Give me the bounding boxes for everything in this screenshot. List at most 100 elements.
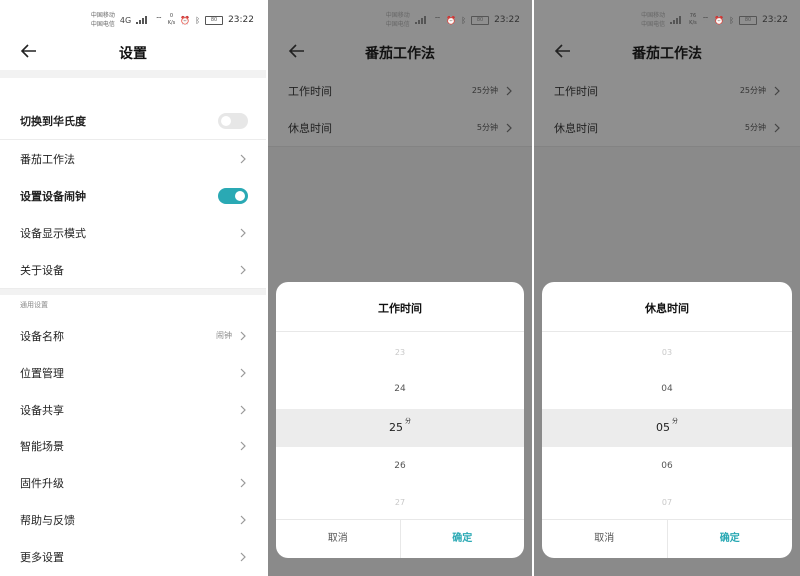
about-device-label: 关于设备 — [20, 263, 64, 277]
rest-time-value: 5分钟 — [744, 123, 766, 132]
scenes-row[interactable]: 智能场景 — [0, 427, 266, 465]
clock-time: 23:22 — [494, 15, 520, 25]
bluetooth-icon: ᛒ — [195, 15, 201, 25]
work-time-row[interactable]: 工作时间 25分钟 — [268, 72, 532, 110]
signal-icon — [670, 16, 684, 24]
location-row[interactable]: 位置管理 — [0, 354, 266, 392]
rest-time-row[interactable]: 休息时间 5分钟 — [534, 109, 800, 147]
carrier-1: 中国移动 — [641, 12, 666, 19]
pomodoro-label: 番茄工作法 — [20, 152, 75, 166]
scenes-label: 智能场景 — [20, 439, 64, 453]
alarm-icon: ⏰ — [180, 15, 191, 25]
picker-option[interactable]: 03 — [542, 348, 792, 357]
clock-time: 23:22 — [228, 15, 254, 25]
picker-option[interactable]: 27 — [276, 498, 524, 507]
chevron-right-icon — [774, 123, 780, 132]
speed-unit: K/s — [689, 20, 697, 26]
picker-title: 工作时间 — [378, 302, 422, 315]
alarm-toggle[interactable] — [218, 187, 248, 204]
wifi-icon: ⌔ — [155, 15, 163, 24]
picker-selected-value: 25 — [388, 421, 403, 434]
rest-time-label: 休息时间 — [288, 121, 332, 135]
pomodoro-work-screen: 中国移动 中国电信 ⌔ ⏰ ᛒ 80 23:22 番茄工作法 工作时间 25分钟 … — [268, 0, 532, 576]
alarm-icon: ⏰ — [714, 15, 725, 25]
signal-icon — [136, 16, 150, 24]
bluetooth-icon: ᛒ — [729, 15, 735, 25]
status-bar: 中国移动 中国电信 76 K/s ⌔ ⏰ ᛒ 80 23:22 — [641, 10, 788, 30]
chevron-right-icon — [240, 478, 246, 487]
cancel-button[interactable]: 取消 — [542, 520, 668, 558]
chevron-right-icon — [240, 441, 246, 450]
work-time-row[interactable]: 工作时间 25分钟 — [534, 72, 800, 110]
status-bar: 中国移动 中国电信 ⌔ ⏰ ᛒ 80 23:22 — [386, 10, 520, 30]
fahrenheit-row[interactable]: 切换到华氏度 — [0, 102, 266, 140]
picker-option[interactable]: 07 — [542, 498, 792, 507]
picker-selected[interactable]: 05 分 — [542, 409, 792, 447]
work-time-value: 25分钟 — [471, 86, 498, 95]
carrier-1: 中国移动 — [385, 12, 410, 19]
settings-screen: 中国移动 中国电信 4G ⌔ 0 K/s ⏰ ᛒ 80 23:22 设置 切换到华氏… — [0, 0, 266, 576]
work-time-picker: 工作时间 23 24 25 分 26 27 取消 确定 — [276, 282, 524, 558]
device-name-label: 设备名称 — [20, 329, 64, 343]
cancel-button[interactable]: 取消 — [276, 520, 401, 558]
work-time-value: 25分钟 — [739, 86, 766, 95]
picker-option[interactable]: 04 — [542, 384, 792, 394]
wifi-icon: ⌔ — [701, 15, 710, 24]
carrier-1: 中国移动 — [90, 12, 115, 19]
chevron-right-icon — [240, 228, 246, 237]
chevron-right-icon — [240, 552, 246, 561]
work-time-label: 工作时间 — [288, 84, 332, 98]
chevron-right-icon — [240, 154, 246, 163]
chevron-right-icon — [240, 368, 246, 377]
confirm-button[interactable]: 确定 — [668, 520, 793, 558]
pomodoro-row[interactable]: 番茄工作法 — [0, 140, 266, 178]
fahrenheit-toggle[interactable] — [218, 112, 248, 129]
confirm-button[interactable]: 确定 — [401, 520, 525, 558]
chevron-right-icon — [240, 405, 246, 414]
picker-unit: 分 — [404, 418, 411, 425]
help-row[interactable]: 帮助与反馈 — [0, 501, 266, 539]
battery-icon: 80 — [205, 15, 224, 25]
speed-value: 0 — [169, 13, 174, 19]
section-label: 通用设置 — [20, 301, 48, 309]
picker-option[interactable]: 26 — [276, 461, 524, 471]
location-label: 位置管理 — [20, 366, 64, 380]
help-label: 帮助与反馈 — [20, 513, 75, 527]
rest-time-label: 休息时间 — [554, 121, 598, 135]
chevron-right-icon — [506, 86, 512, 95]
pomodoro-header: 番茄工作法 — [534, 34, 800, 70]
picker-option[interactable]: 24 — [276, 384, 524, 394]
pomodoro-rest-screen: 中国移动 中国电信 76 K/s ⌔ ⏰ ᛒ 80 23:22 番茄工作法 工作时间… — [534, 0, 800, 576]
more-settings-label: 更多设置 — [20, 550, 64, 564]
about-device-row[interactable]: 关于设备 — [0, 251, 266, 289]
picker-selected[interactable]: 25 分 — [276, 409, 524, 447]
bluetooth-icon: ᛒ — [461, 15, 467, 25]
carrier-2: 中国电信 — [90, 21, 115, 28]
signal-icon — [414, 16, 429, 24]
page-title: 番茄工作法 — [365, 46, 435, 62]
alarm-icon: ⏰ — [446, 15, 457, 25]
battery-icon: 80 — [739, 15, 758, 25]
firmware-label: 固件升级 — [20, 476, 64, 490]
rest-time-row[interactable]: 休息时间 5分钟 — [268, 109, 532, 147]
rest-time-value: 5分钟 — [476, 123, 498, 132]
firmware-row[interactable]: 固件升级 — [0, 464, 266, 502]
chevron-right-icon — [506, 123, 512, 132]
chevron-right-icon — [774, 86, 780, 95]
device-name-row[interactable]: 设备名称 闹钟 — [0, 317, 266, 355]
chevron-right-icon — [240, 265, 246, 274]
chevron-right-icon — [240, 331, 246, 340]
share-label: 设备共享 — [20, 403, 64, 417]
pomodoro-header: 番茄工作法 — [268, 34, 532, 70]
display-mode-row[interactable]: 设备显示模式 — [0, 214, 266, 252]
speed-unit: K/s — [167, 20, 176, 26]
speed-value: 76 — [689, 13, 697, 19]
picker-selected-value: 05 — [655, 421, 670, 434]
alarm-row[interactable]: 设置设备闹钟 — [0, 177, 266, 215]
picker-option[interactable]: 06 — [542, 461, 792, 471]
share-row[interactable]: 设备共享 — [0, 391, 266, 429]
status-bar: 中国移动 中国电信 4G ⌔ 0 K/s ⏰ ᛒ 80 23:22 — [91, 10, 254, 30]
more-settings-row[interactable]: 更多设置 — [0, 538, 266, 575]
picker-option[interactable]: 23 — [276, 348, 524, 357]
picker-unit: 分 — [671, 418, 678, 425]
